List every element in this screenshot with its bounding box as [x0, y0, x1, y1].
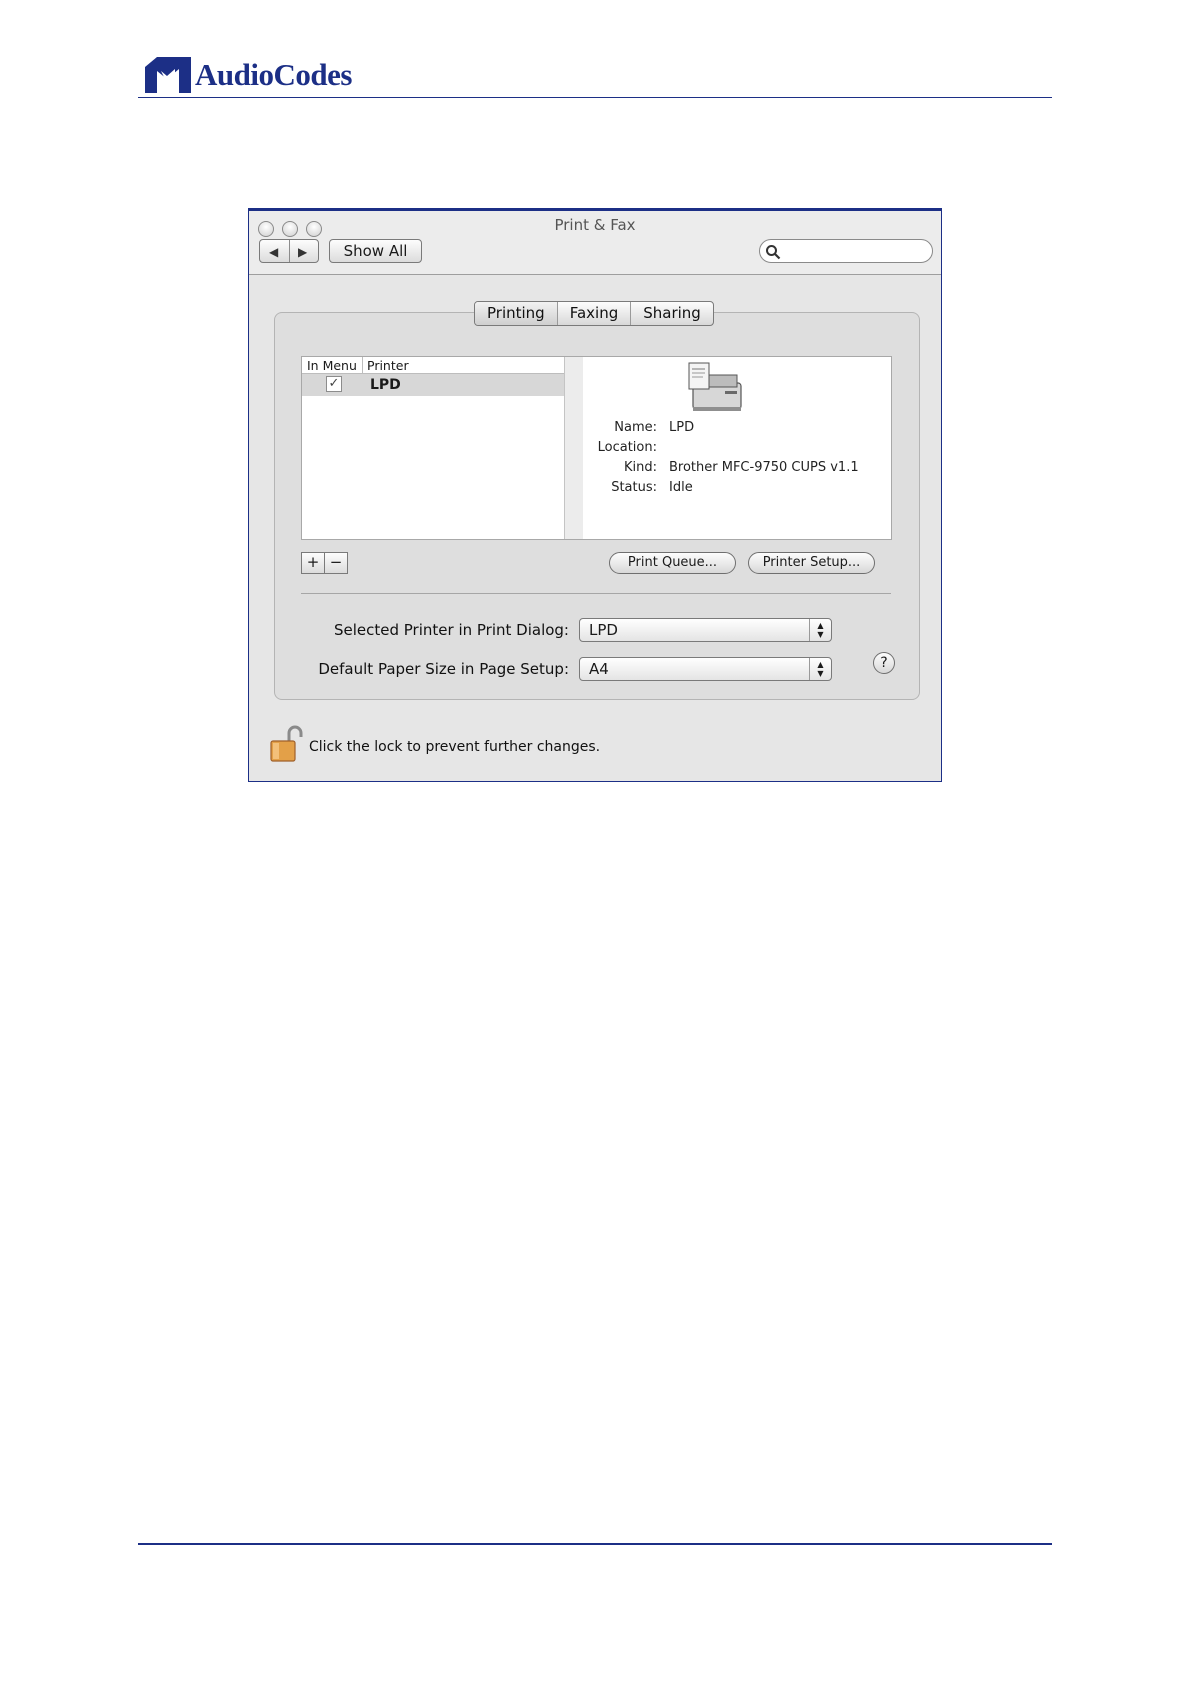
section-divider	[301, 593, 891, 594]
kind-value: Brother MFC-9750 CUPS v1.1	[669, 460, 859, 475]
lock-icon[interactable]	[269, 725, 303, 765]
paper-size-popup[interactable]: A4 ▲ ▼	[579, 657, 832, 681]
column-divider	[362, 357, 363, 373]
printer-details: Name: LPD Location: Kind: Brother MFC-97…	[583, 356, 892, 540]
remove-printer-button[interactable]: −	[324, 552, 348, 574]
printer-row[interactable]: ✓ LPD	[302, 374, 564, 396]
add-printer-button[interactable]: +	[301, 552, 325, 574]
status-label: Status:	[611, 480, 657, 495]
selected-printer-popup[interactable]: LPD ▲ ▼	[579, 618, 832, 642]
column-in-menu[interactable]: In Menu	[307, 358, 357, 373]
tab-sharing[interactable]: Sharing	[631, 302, 713, 325]
printer-setup-button[interactable]: Printer Setup...	[748, 552, 875, 574]
tab-faxing[interactable]: Faxing	[558, 302, 632, 325]
printer-list-header: In Menu Printer	[302, 357, 564, 374]
selected-printer-value: LPD	[589, 621, 618, 639]
kind-label: Kind:	[623, 460, 657, 475]
back-arrow-icon[interactable]: ◀	[269, 245, 278, 259]
logo-text: AudioCodes	[195, 57, 352, 92]
printer-list: In Menu Printer ✓ LPD	[301, 356, 585, 540]
nav-segment: ◀ ▶	[259, 239, 319, 263]
search-field[interactable]	[759, 239, 933, 263]
logo-mark-icon	[145, 57, 191, 93]
name-value: LPD	[669, 420, 695, 435]
selected-printer-label: Selected Printer in Print Dialog:	[333, 621, 569, 639]
popup-arrows-icon: ▲ ▼	[809, 658, 831, 680]
audiocodes-logo: AudioCodes	[145, 55, 375, 97]
printer-icon	[688, 362, 742, 411]
printer-name: LPD	[370, 377, 401, 393]
paper-size-label: Default Paper Size in Page Setup:	[318, 660, 569, 678]
tab-printing[interactable]: Printing	[475, 302, 558, 325]
help-button[interactable]: ?	[873, 652, 895, 674]
nav-divider	[289, 240, 290, 262]
forward-arrow-icon[interactable]: ▶	[298, 245, 307, 259]
window-title: Print & Fax	[554, 216, 636, 234]
print-queue-button[interactable]: Print Queue...	[609, 552, 736, 574]
location-label: Location:	[597, 440, 657, 455]
column-printer[interactable]: Printer	[367, 358, 409, 373]
footer-rule	[138, 1543, 1052, 1545]
print-fax-window: Print & Fax ◀ ▶ Show All Printing Faxing…	[248, 208, 942, 782]
printer-list-scrollbar[interactable]	[564, 357, 584, 539]
window-toolbar: Print & Fax ◀ ▶ Show All	[249, 211, 941, 275]
header-rule	[138, 97, 1052, 98]
paper-size-value: A4	[589, 660, 609, 678]
show-all-button[interactable]: Show All	[329, 239, 422, 263]
lock-message: Click the lock to prevent further change…	[309, 739, 601, 755]
in-menu-checkbox[interactable]: ✓	[326, 376, 342, 392]
search-icon	[766, 245, 781, 260]
tab-bar: Printing Faxing Sharing	[474, 301, 714, 326]
status-value: Idle	[669, 480, 693, 495]
popup-arrows-icon: ▲ ▼	[809, 619, 831, 641]
name-label: Name:	[614, 420, 657, 435]
